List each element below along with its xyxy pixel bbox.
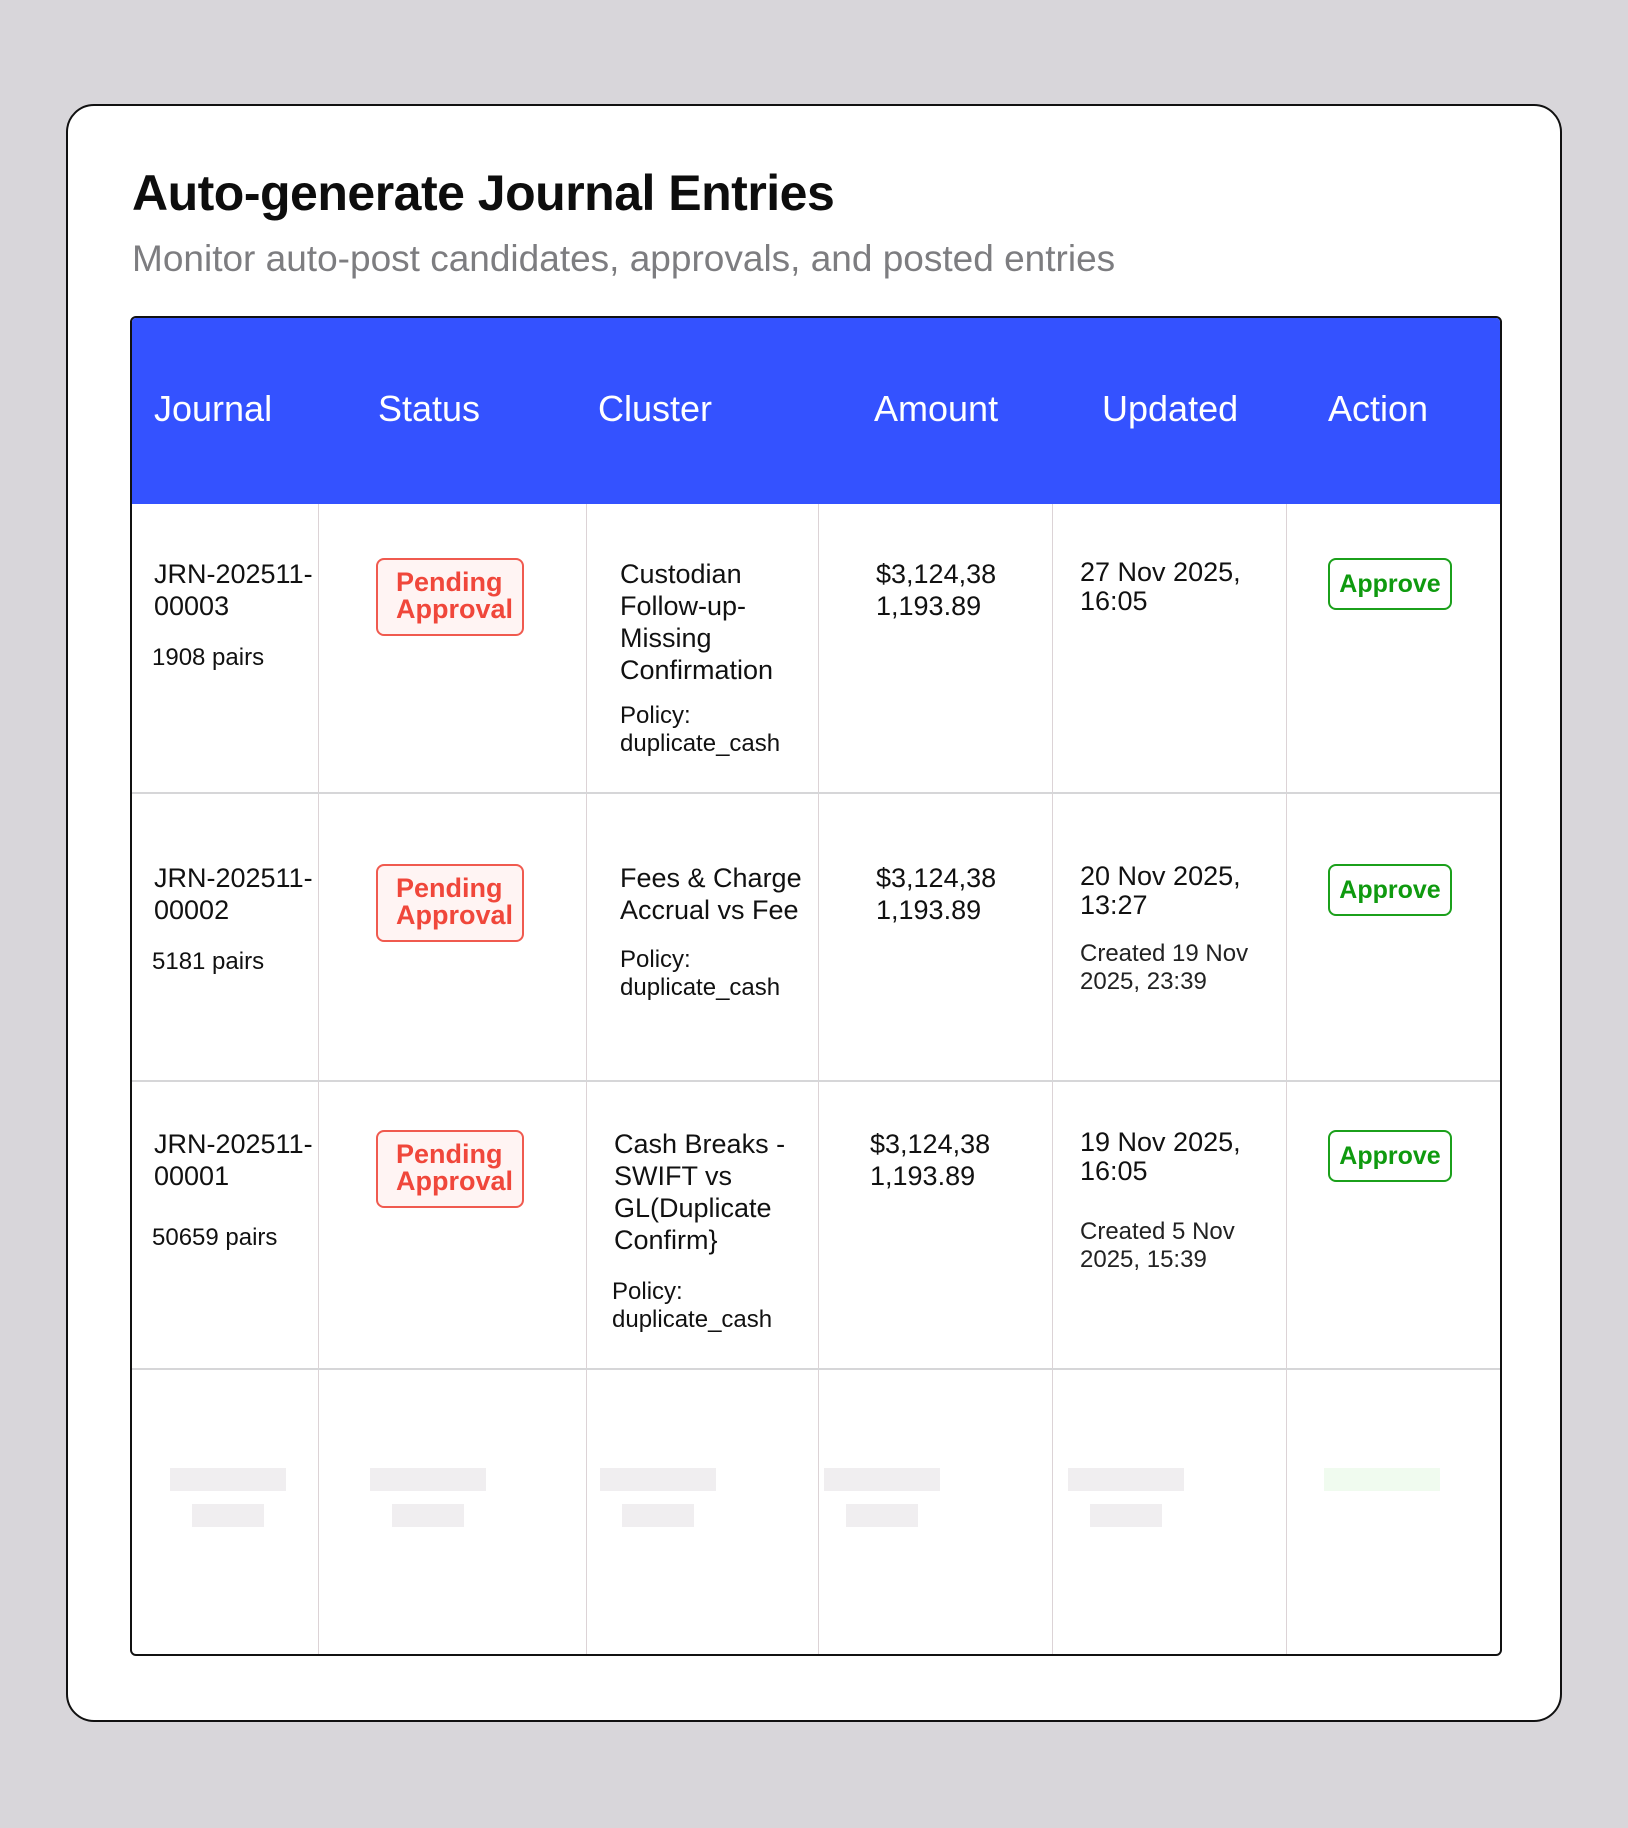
updated-time: 20 Nov 2025, 13:27 bbox=[1080, 861, 1241, 920]
approve-button[interactable]: Approve bbox=[1328, 864, 1452, 916]
column-divider bbox=[1052, 504, 1053, 1654]
row-divider bbox=[132, 792, 1500, 794]
approve-button[interactable]: Approve bbox=[1328, 558, 1452, 610]
policy-label: Policy: duplicate_cash bbox=[620, 946, 781, 1001]
policy-label: Policy: duplicate_cash bbox=[620, 702, 781, 757]
skeleton-bar bbox=[622, 1504, 694, 1527]
skeleton-bar bbox=[192, 1504, 264, 1527]
policy-label: Policy: duplicate_cash bbox=[612, 1278, 773, 1333]
skeleton-bar bbox=[1324, 1468, 1440, 1491]
journal-id[interactable]: JRN-202511-00003 bbox=[154, 558, 314, 622]
cluster-name: Fees & Charge Accrual vs Fee bbox=[620, 863, 802, 925]
pair-count: 50659 pairs bbox=[152, 1224, 278, 1251]
skeleton-bar bbox=[1068, 1468, 1184, 1491]
skeleton-bar bbox=[600, 1468, 716, 1491]
journal-id[interactable]: JRN-202511-00001 bbox=[154, 1128, 314, 1192]
created-time: Created 5 Nov 2025, 15:39 bbox=[1080, 1218, 1235, 1273]
page-title: Auto-generate Journal Entries bbox=[132, 165, 835, 221]
skeleton-bar bbox=[846, 1504, 918, 1527]
row-divider bbox=[132, 1368, 1500, 1370]
skeleton-bar bbox=[1090, 1504, 1162, 1527]
column-header-action[interactable]: Action bbox=[1328, 388, 1428, 430]
amount-value: $3,124,38 1,193.89 bbox=[876, 559, 997, 621]
column-header-amount[interactable]: Amount bbox=[874, 388, 998, 430]
row-divider bbox=[132, 1080, 1500, 1082]
column-header-updated[interactable]: Updated bbox=[1102, 388, 1238, 430]
created-time: Created 19 Nov 2025, 23:39 bbox=[1080, 940, 1249, 995]
journal-entries-card: Auto-generate Journal Entries Monitor au… bbox=[66, 104, 1562, 1722]
approve-button[interactable]: Approve bbox=[1328, 1130, 1452, 1182]
pair-count: 5181 pairs bbox=[152, 948, 265, 975]
skeleton-bar bbox=[170, 1468, 286, 1491]
column-header-cluster[interactable]: Cluster bbox=[598, 388, 712, 430]
column-divider bbox=[318, 504, 319, 1654]
cluster-name: Cash Breaks - SWIFT vs GL(Duplicate Conf… bbox=[614, 1129, 786, 1255]
column-header-status[interactable]: Status bbox=[378, 388, 480, 430]
column-header-journal[interactable]: Journal bbox=[154, 388, 272, 430]
page-subtitle: Monitor auto-post candidates, approvals,… bbox=[132, 238, 1116, 279]
column-divider bbox=[586, 504, 587, 1654]
journal-table: Journal Status Cluster Amount Updated Ac… bbox=[130, 316, 1502, 1656]
column-divider bbox=[818, 504, 819, 1654]
amount-value: $3,124,38 1,193.89 bbox=[870, 1129, 991, 1191]
table-header: Journal Status Cluster Amount Updated Ac… bbox=[132, 318, 1500, 504]
journal-id[interactable]: JRN-202511-00002 bbox=[154, 862, 314, 926]
amount-value: $3,124,38 1,193.89 bbox=[876, 863, 997, 925]
skeleton-bar bbox=[824, 1468, 940, 1491]
status-badge: Pending Approval bbox=[376, 864, 524, 942]
updated-time: 27 Nov 2025, 16:05 bbox=[1080, 557, 1241, 616]
updated-time: 19 Nov 2025, 16:05 bbox=[1080, 1127, 1241, 1186]
skeleton-bar bbox=[370, 1468, 486, 1491]
status-badge: Pending Approval bbox=[376, 558, 524, 636]
pair-count: 1908 pairs bbox=[152, 644, 265, 671]
status-badge: Pending Approval bbox=[376, 1130, 524, 1208]
column-divider bbox=[1286, 504, 1287, 1654]
cluster-name: Custodian Follow-up-Missing Confirmation bbox=[620, 559, 774, 685]
skeleton-bar bbox=[392, 1504, 464, 1527]
